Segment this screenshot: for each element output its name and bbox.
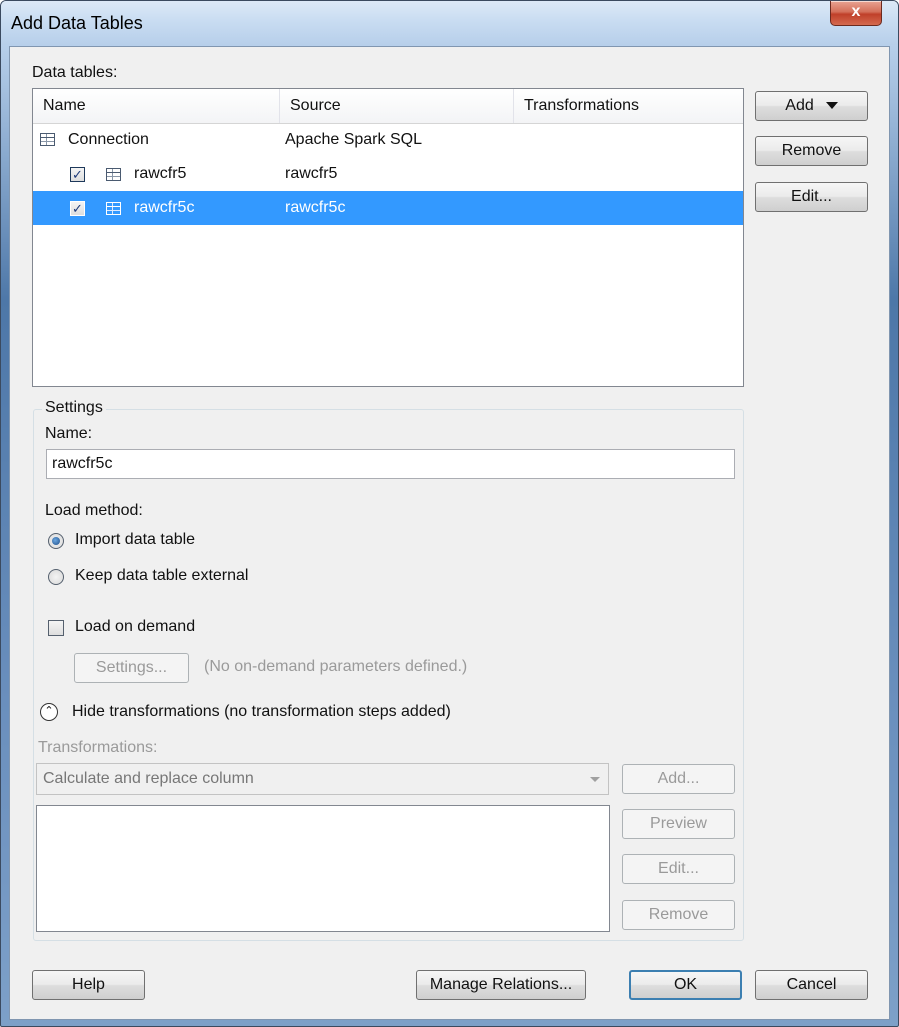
data-tables-list[interactable]: Name Source Transformations Connection A… [32, 88, 744, 387]
keep-external-radio-label[interactable]: Keep data table external [75, 567, 248, 585]
name-label: Name: [45, 425, 93, 442]
transformation-add-button[interactable]: Add... [622, 764, 735, 794]
column-header-source[interactable]: Source [280, 89, 514, 123]
edit-button[interactable]: Edit... [755, 182, 868, 212]
row-source: rawcfr5 [285, 165, 338, 182]
row-checkbox[interactable]: ✓ [70, 167, 85, 182]
ok-button[interactable]: OK [629, 970, 742, 1000]
hide-transformations-toggle[interactable]: Hide transformations (no transformation … [72, 703, 451, 721]
data-tables-label: Data tables: [32, 64, 118, 81]
close-icon: x [851, 3, 861, 20]
list-item-rawcfr5c[interactable]: ✓ rawcfr5c rawcfr5c [33, 191, 743, 225]
load-method-label: Load method: [45, 502, 143, 519]
remove-button[interactable]: Remove [755, 136, 868, 166]
import-radio-label[interactable]: Import data table [75, 531, 195, 549]
load-on-demand-label[interactable]: Load on demand [75, 618, 195, 636]
manage-relations-button[interactable]: Manage Relations... [416, 970, 586, 1000]
preview-button[interactable]: Preview [622, 809, 735, 839]
add-button-label: Add [785, 97, 814, 114]
row-name: rawcfr5 [134, 165, 187, 182]
column-header-transformations[interactable]: Transformations [514, 89, 743, 123]
transformation-type-select[interactable]: Calculate and replace column [36, 763, 609, 795]
chevron-down-icon [825, 102, 838, 110]
table-icon [40, 133, 55, 146]
row-name: Connection [68, 131, 149, 148]
import-radio[interactable] [48, 533, 64, 549]
close-button[interactable]: x [830, 1, 882, 26]
column-header-name[interactable]: Name [33, 89, 280, 123]
row-checkbox[interactable]: ✓ [70, 201, 85, 216]
transformation-edit-button[interactable]: Edit... [622, 854, 735, 884]
window-title: Add Data Tables [11, 13, 143, 33]
cancel-button[interactable]: Cancel [755, 970, 868, 1000]
list-item-rawcfr5[interactable]: ✓ rawcfr5 rawcfr5 [33, 157, 743, 191]
transformations-list[interactable] [36, 805, 610, 932]
keep-external-radio[interactable] [48, 569, 64, 585]
add-button[interactable]: Add [755, 91, 868, 121]
collapse-icon[interactable]: ⌃ [40, 703, 58, 721]
table-icon [106, 202, 121, 215]
settings-button[interactable]: Settings... [74, 653, 189, 683]
dialog-window: Add Data Tables x Data tables: Name Sour… [0, 0, 899, 1027]
transformation-type-value: Calculate and replace column [43, 770, 254, 787]
title-bar[interactable]: Add Data Tables x [1, 1, 898, 45]
settings-legend: Settings [42, 399, 106, 417]
row-source: rawcfr5c [285, 199, 346, 216]
on-demand-note: (No on-demand parameters defined.) [204, 658, 468, 675]
transformation-remove-button[interactable]: Remove [622, 900, 735, 930]
transformations-label: Transformations: [38, 739, 158, 756]
list-item-connection[interactable]: Connection Apache Spark SQL [33, 123, 743, 157]
chevron-down-icon [590, 777, 600, 782]
row-source: Apache Spark SQL [285, 131, 422, 148]
load-on-demand-checkbox[interactable] [48, 620, 64, 636]
dialog-body: Data tables: Name Source Transformations… [9, 46, 890, 1020]
table-icon [106, 168, 121, 181]
help-button[interactable]: Help [32, 970, 145, 1000]
list-header: Name Source Transformations [33, 89, 743, 124]
name-field[interactable]: rawcfr5c [46, 449, 735, 479]
row-name: rawcfr5c [134, 199, 195, 216]
